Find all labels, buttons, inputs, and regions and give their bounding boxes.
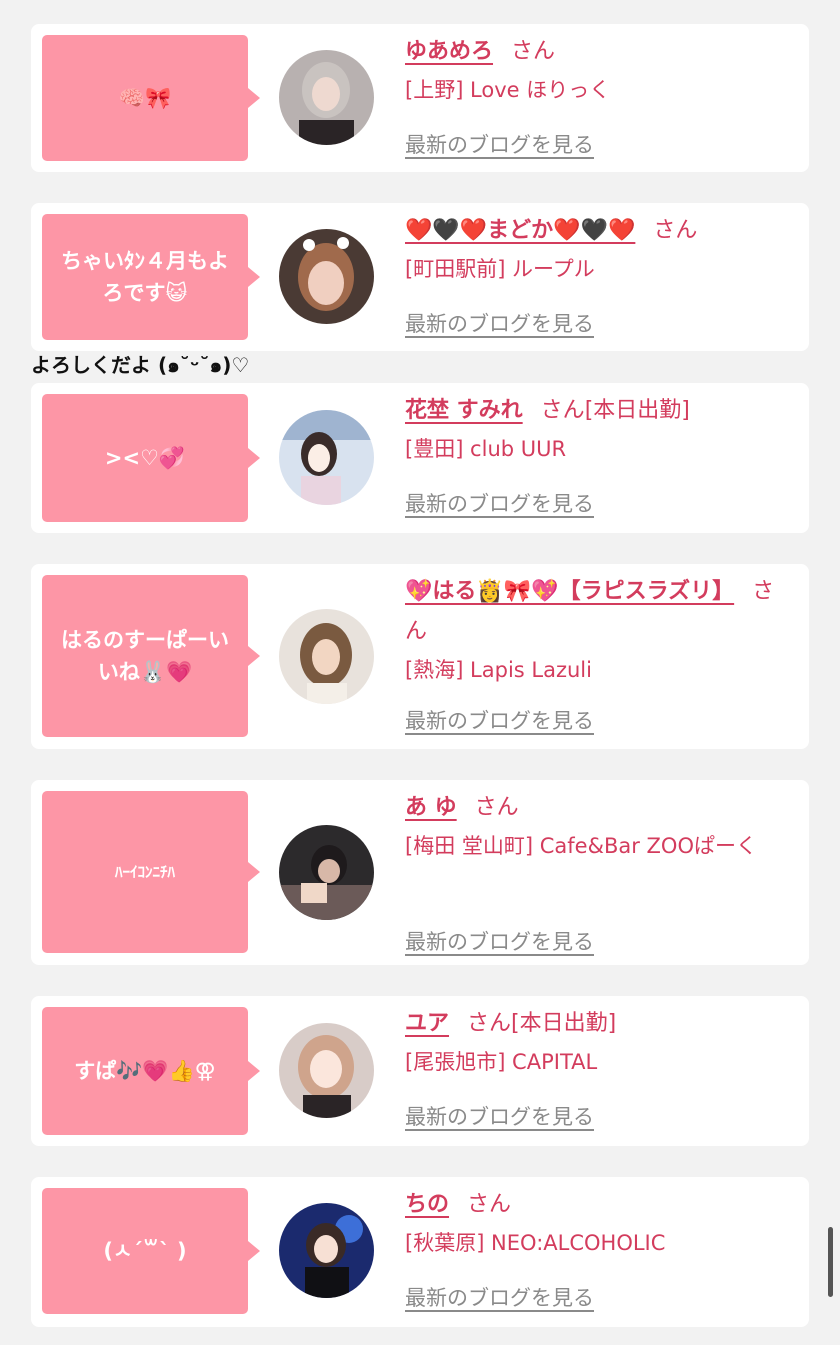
profile-card: はるのすーぱーいいね🐰💗 💖はる👸🎀💖【ラピスラズリ】 さん [熱海] Lapis… bbox=[31, 564, 809, 749]
blog-link[interactable]: 最新のブログを見る bbox=[405, 924, 594, 960]
honorific: さん bbox=[467, 1192, 512, 1217]
shop-name: [尾張旭市] CAPITAL bbox=[405, 1050, 598, 1074]
girl-name-link[interactable]: あ ゆ bbox=[405, 795, 457, 820]
girl-name-link[interactable]: ❤️🖤❤️まどか❤️🖤❤️ bbox=[405, 218, 635, 243]
scrollbar[interactable] bbox=[828, 1227, 833, 1297]
avatar[interactable] bbox=[279, 1203, 374, 1298]
status-label: [本日出勤] bbox=[511, 1011, 617, 1036]
girl-name-link[interactable]: 花埜 すみれ bbox=[405, 398, 523, 423]
honorific: さん bbox=[511, 39, 556, 64]
avatar[interactable] bbox=[279, 50, 374, 145]
comment-bubble: はるのすーぱーいいね🐰💗 bbox=[42, 575, 260, 737]
comment-bubble: ><♡💞 bbox=[42, 394, 260, 522]
girl-name-link[interactable]: ちの bbox=[405, 1192, 449, 1217]
comment-bubble: ちゃいﾀﾝ４月もよろです😺 bbox=[42, 214, 260, 340]
girl-name-link[interactable]: 💖はる👸🎀💖【ラピスラズリ】 bbox=[405, 579, 734, 604]
avatar[interactable] bbox=[279, 609, 374, 704]
blog-link[interactable]: 最新のブログを見る bbox=[405, 703, 594, 739]
shop-name: [上野] Love ほりっく bbox=[405, 78, 611, 102]
comment-bubble: 🧠🎀 bbox=[42, 35, 260, 161]
comment-bubble: すぱ🎶💗👍⚢ bbox=[42, 1007, 260, 1135]
shop-name: [秋葉原] NEO:ALCOHOLIC bbox=[405, 1231, 666, 1255]
floating-message: よろしくだよ (๑˘ᵕ˘๑)♡ bbox=[31, 353, 250, 377]
shop-name: [豊田] club UUR bbox=[405, 437, 567, 461]
profile-card: 🧠🎀 ゆあめろ さん [上野] Love ほりっく 最新のブログを見る bbox=[31, 24, 809, 172]
avatar[interactable] bbox=[279, 410, 374, 505]
avatar[interactable] bbox=[279, 229, 374, 324]
profile-card: ちゃいﾀﾝ４月もよろです😺 ❤️🖤❤️まどか❤️🖤❤️ さん [町田駅前] ループ… bbox=[31, 203, 809, 351]
comment-bubble: (ㅅ´꒳` ) bbox=[42, 1188, 260, 1314]
avatar[interactable] bbox=[279, 1023, 374, 1118]
avatar[interactable] bbox=[279, 825, 374, 920]
blog-link[interactable]: 最新のブログを見る bbox=[405, 306, 594, 342]
shop-name: [町田駅前] ループル bbox=[405, 257, 595, 281]
status-label: [本日出勤] bbox=[584, 398, 690, 423]
shop-name: [梅田 堂山町] Cafe&Bar ZOOぱーく bbox=[405, 834, 757, 858]
blog-link[interactable]: 最新のブログを見る bbox=[405, 1280, 594, 1316]
honorific: さん bbox=[467, 1011, 512, 1036]
blog-link[interactable]: 最新のブログを見る bbox=[405, 1099, 594, 1135]
comment-bubble: ﾊｰｲｺﾝﾆﾁﾊ bbox=[42, 791, 260, 953]
girl-name-link[interactable]: ゆあめろ bbox=[405, 39, 493, 64]
blog-link[interactable]: 最新のブログを見る bbox=[405, 486, 594, 522]
profile-card: ﾊｰｲｺﾝﾆﾁﾊ あ ゆさん [梅田 堂山町] Cafe&Bar ZOOぱーく … bbox=[31, 780, 809, 965]
shop-name: [熱海] Lapis Lazuli bbox=[405, 658, 592, 682]
honorific: さん bbox=[474, 795, 519, 820]
honorific: さん bbox=[540, 398, 585, 423]
profile-card: すぱ🎶💗👍⚢ ユア さん[本日出勤] [尾張旭市] CAPITAL 最新のブログを… bbox=[31, 996, 809, 1146]
honorific: さん bbox=[653, 218, 698, 243]
profile-card: (ㅅ´꒳` ) ちの さん [秋葉原] NEO:ALCOHOLIC 最新のブログを… bbox=[31, 1177, 809, 1327]
profile-card: ><♡💞 花埜 すみれ さん[本日出勤] [豊田] club UUR 最新のブログ… bbox=[31, 383, 809, 533]
blog-link[interactable]: 最新のブログを見る bbox=[405, 127, 594, 163]
girl-name-link[interactable]: ユア bbox=[405, 1011, 449, 1036]
